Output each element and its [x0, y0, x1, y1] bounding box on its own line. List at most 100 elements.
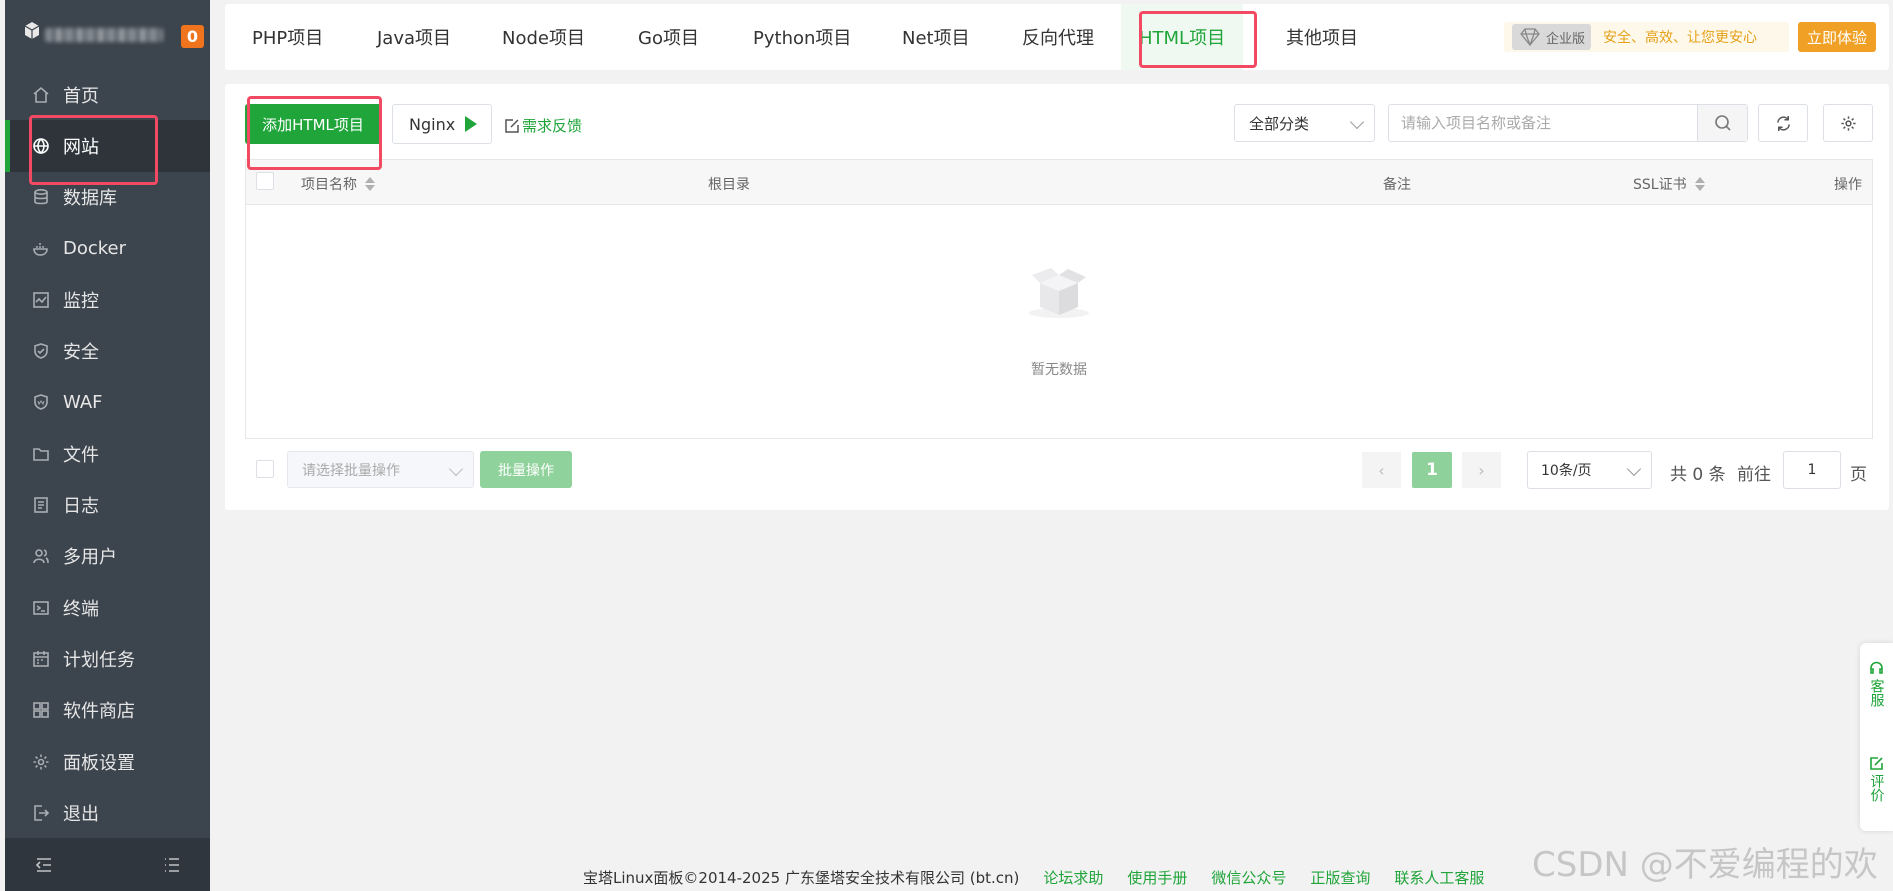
prev-page-button[interactable]: ‹	[1362, 452, 1401, 488]
sidebar-item-multiuser[interactable]: 多用户	[5, 531, 210, 582]
nginx-button[interactable]: Nginx	[392, 104, 492, 144]
service-label: 客服	[1868, 679, 1885, 707]
collapse-sidebar-icon[interactable]	[35, 857, 53, 873]
next-page-button[interactable]: ›	[1462, 452, 1501, 488]
sidebar-item-waf[interactable]: WAF	[5, 377, 210, 428]
footer-link-manual[interactable]: 使用手册	[1127, 867, 1187, 888]
sort-icon	[365, 177, 375, 191]
tab-node[interactable]: Node项目	[502, 4, 585, 70]
empty-state: 暂无数据	[246, 205, 1872, 439]
apps-icon	[33, 702, 49, 719]
enterprise-tag: 企业版	[1512, 24, 1592, 50]
sidebar-item-label: 日志	[63, 496, 99, 518]
sidebar-item-logs[interactable]: 日志	[5, 479, 210, 530]
select-all-checkbox[interactable]	[256, 172, 274, 190]
column-actions: 操作	[1834, 177, 1862, 193]
category-select[interactable]: 全部分类	[1234, 104, 1375, 142]
page-size-select[interactable]: 10条/页	[1527, 451, 1652, 489]
gear-icon	[33, 754, 49, 769]
docker-icon	[33, 242, 48, 256]
column-project-name[interactable]: 项目名称	[301, 174, 375, 194]
customer-service-button[interactable]: 客服	[1860, 661, 1893, 707]
nginx-label: Nginx	[409, 114, 456, 134]
column-ssl[interactable]: SSL证书	[1633, 174, 1705, 194]
sidebar-footer	[5, 838, 210, 891]
refresh-icon	[1776, 115, 1790, 131]
batch-select-checkbox[interactable]	[256, 460, 274, 478]
sidebar-item-terminal[interactable]: 终端	[5, 582, 210, 633]
table-header: 项目名称 根目录 备注 SSL证书 操作	[246, 160, 1872, 205]
edit-icon	[505, 118, 519, 133]
select-all-cell	[256, 172, 274, 190]
notification-badge[interactable]: 0	[181, 25, 204, 48]
search-input[interactable]	[1389, 105, 1697, 141]
tab-go[interactable]: Go项目	[638, 4, 699, 70]
page-number[interactable]: 1	[1412, 452, 1452, 488]
sidebar-item-label: 计划任务	[63, 649, 135, 671]
goto-label: 前往	[1737, 465, 1771, 485]
sidebar: 0 首页 网站 数据库 Docker 监控 安全 WAF 文件 日志 多用户 终…	[5, 0, 210, 891]
enterprise-slogan: 安全、高效、让您更安心	[1603, 30, 1758, 46]
sidebar-item-label: 首页	[63, 85, 99, 107]
footer-link-wechat[interactable]: 微信公众号	[1211, 867, 1286, 888]
settings-button[interactable]	[1823, 104, 1873, 142]
add-html-project-button[interactable]: 添加HTML项目	[245, 104, 381, 144]
footer-link-forum[interactable]: 论坛求助	[1043, 867, 1103, 888]
sidebar-item-security[interactable]: 安全	[5, 325, 210, 376]
sidebar-item-label: 网站	[63, 136, 99, 158]
logo-icon	[24, 22, 40, 39]
feedback-label: 需求反馈	[522, 117, 583, 135]
sidebar-item-label: 安全	[63, 342, 99, 364]
sidebar-item-logout[interactable]: 退出	[5, 787, 210, 838]
batch-operation-select[interactable]: 请选择批量操作	[287, 451, 474, 488]
sidebar-item-database[interactable]: 数据库	[5, 172, 210, 223]
footer-link-license[interactable]: 正版查询	[1310, 867, 1370, 888]
goto-page-input[interactable]: 1	[1783, 451, 1841, 489]
try-now-button[interactable]: 立即体验	[1798, 22, 1876, 52]
search-box	[1388, 104, 1748, 142]
tab-java[interactable]: Java项目	[377, 4, 451, 70]
folder-icon	[33, 447, 49, 461]
sidebar-item-settings[interactable]: 面板设置	[5, 736, 210, 787]
sidebar-item-docker[interactable]: Docker	[5, 223, 210, 274]
server-name-blurred	[45, 28, 163, 42]
batch-placeholder: 请选择批量操作	[302, 462, 400, 479]
batch-operation-button[interactable]: 批量操作	[480, 451, 572, 488]
shield-icon	[34, 343, 48, 359]
database-icon	[34, 189, 48, 205]
list-menu-icon[interactable]	[163, 857, 181, 873]
sidebar-item-home[interactable]: 首页	[5, 69, 210, 120]
enterprise-banner[interactable]: 企业版 安全、高效、让您更安心	[1504, 22, 1789, 52]
total-count: 共 0 条	[1670, 465, 1726, 485]
page-size-value: 10条/页	[1541, 463, 1592, 479]
chevron-left-icon: ‹	[1378, 460, 1385, 480]
sidebar-item-monitor[interactable]: 监控	[5, 274, 210, 325]
search-button[interactable]	[1697, 105, 1747, 141]
sidebar-item-store[interactable]: 软件商店	[5, 685, 210, 736]
sidebar-item-files[interactable]: 文件	[5, 428, 210, 479]
sidebar-item-label: 文件	[63, 444, 99, 466]
enterprise-tag-label: 企业版	[1546, 31, 1586, 47]
chevron-down-icon	[1626, 461, 1642, 477]
tab-html[interactable]: HTML项目	[1121, 4, 1244, 70]
tab-reverse-proxy[interactable]: 反向代理	[1022, 4, 1094, 70]
sidebar-menu: 首页 网站 数据库 Docker 监控 安全 WAF 文件 日志 多用户 终端 …	[5, 69, 210, 838]
sidebar-item-label: Docker	[63, 238, 127, 260]
tab-python[interactable]: Python项目	[753, 4, 851, 70]
sidebar-item-website[interactable]: 网站	[5, 120, 210, 172]
tab-net[interactable]: Net项目	[902, 4, 970, 70]
review-button[interactable]: 评价	[1860, 756, 1893, 802]
sidebar-item-cron[interactable]: 计划任务	[5, 633, 210, 684]
main-panel: 添加HTML项目 Nginx 需求反馈 全部分类 项目名称 根目录 备注	[225, 84, 1889, 510]
tab-other[interactable]: 其他项目	[1286, 4, 1358, 70]
feedback-link[interactable]: 需求反馈	[505, 115, 582, 136]
tab-php[interactable]: PHP项目	[252, 4, 323, 70]
page-footer: 宝塔Linux面板©2014-2025 广东堡塔安全技术有限公司 (bt.cn)…	[583, 867, 1484, 888]
refresh-button[interactable]	[1758, 104, 1808, 142]
play-icon	[465, 116, 478, 132]
chevron-down-icon	[1349, 114, 1365, 130]
page-suffix: 页	[1850, 465, 1867, 485]
sidebar-item-label: WAF	[63, 391, 103, 413]
footer-link-support[interactable]: 联系人工客服	[1394, 867, 1484, 888]
sort-icon	[1694, 177, 1705, 191]
